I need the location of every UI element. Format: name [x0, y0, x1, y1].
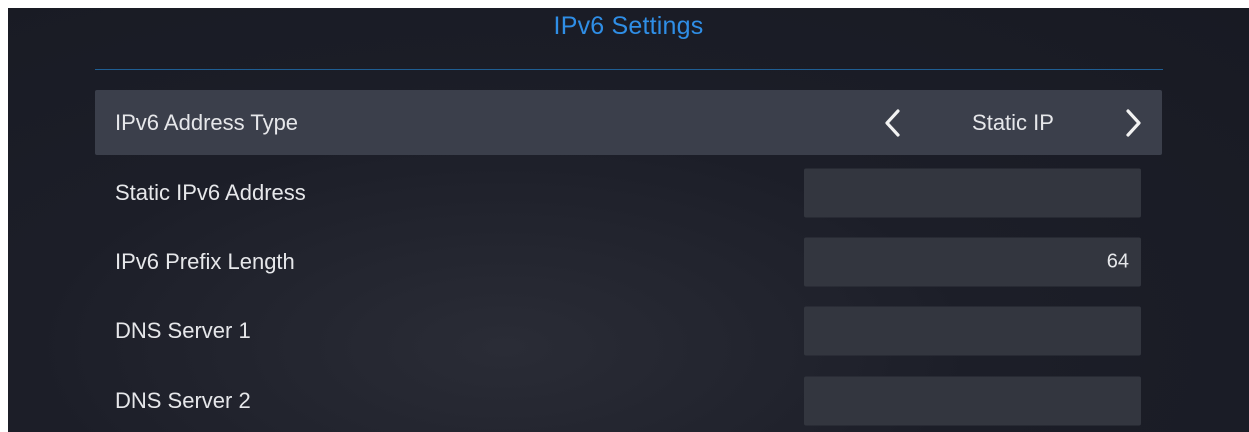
chevron-left-icon[interactable] [878, 105, 908, 141]
row-ipv6-address-type[interactable]: IPv6 Address Type Static IP [95, 90, 1162, 155]
dns-server-2-input[interactable] [804, 376, 1141, 425]
row-ipv6-prefix-length: IPv6 Prefix Length [95, 229, 1162, 294]
dns-server-1-input[interactable] [804, 306, 1141, 355]
dns-server-2-label: DNS Server 2 [115, 387, 251, 413]
ipv6-prefix-length-label: IPv6 Prefix Length [115, 248, 295, 274]
title-divider [95, 69, 1163, 70]
row-dns-server-2: DNS Server 2 [95, 368, 1162, 432]
static-ipv6-address-label: Static IPv6 Address [115, 179, 306, 205]
ipv6-settings-screen: IPv6 Settings IPv6 Address Type Static I… [8, 8, 1249, 432]
chevron-right-icon[interactable] [1118, 105, 1148, 141]
row-dns-server-1: DNS Server 1 [95, 298, 1162, 363]
dns-server-1-label: DNS Server 1 [115, 317, 251, 343]
page-title: IPv6 Settings [553, 12, 704, 40]
static-ipv6-address-input[interactable] [804, 168, 1141, 217]
row-static-ipv6-address: Static IPv6 Address [95, 160, 1162, 225]
ipv6-address-type-value: Static IP [972, 109, 1054, 135]
ipv6-address-type-label: IPv6 Address Type [115, 109, 299, 135]
ipv6-prefix-length-input[interactable] [804, 237, 1141, 286]
ipv6-address-type-selector[interactable]: Static IP [878, 90, 1148, 155]
